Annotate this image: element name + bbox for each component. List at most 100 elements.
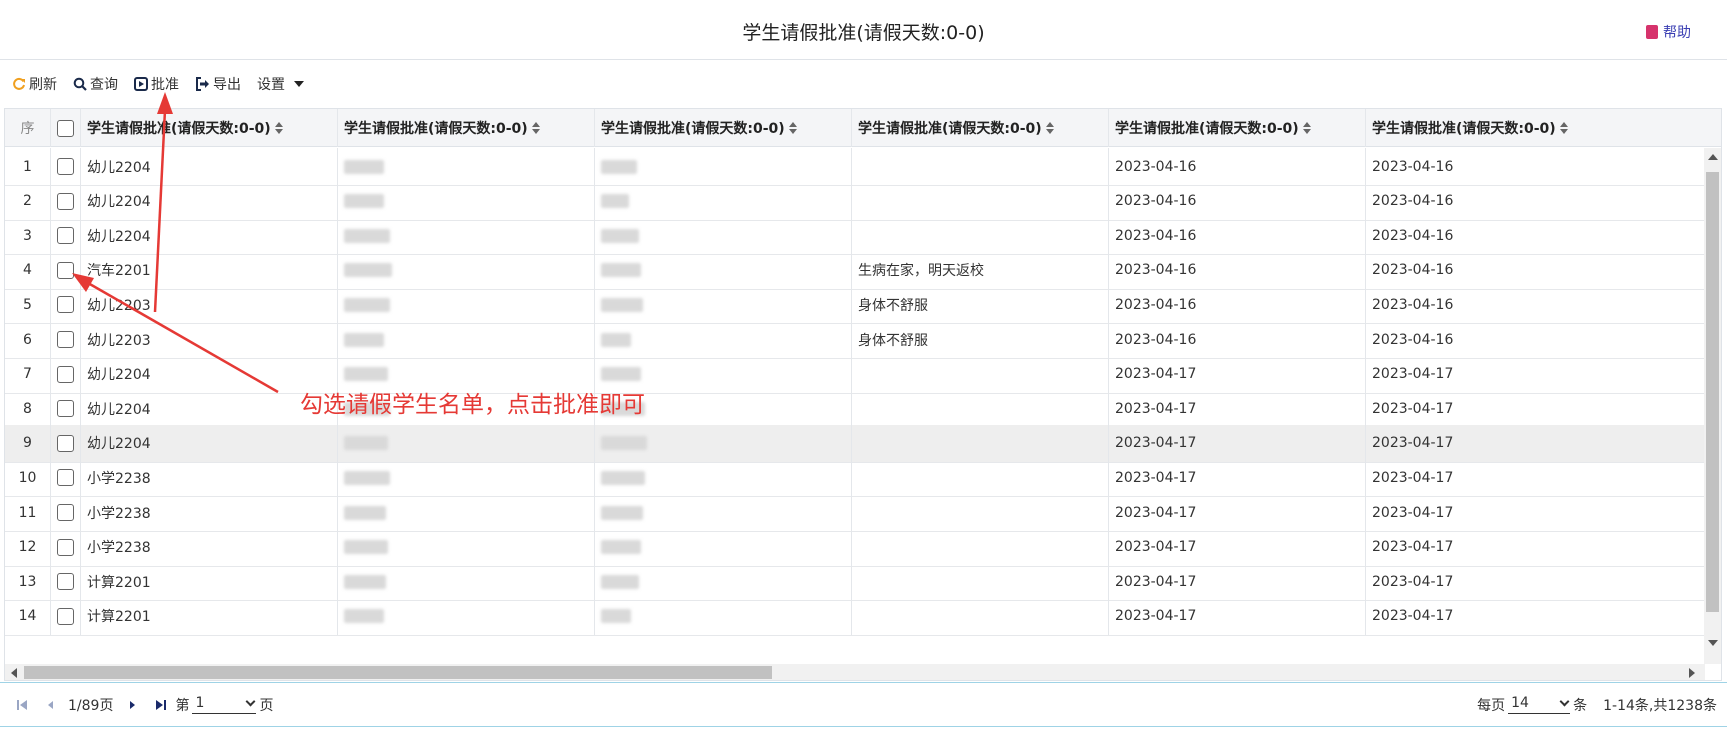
help-link[interactable]: 帮助	[1646, 22, 1691, 42]
redacted-cell	[595, 182, 852, 220]
chevron-down-icon	[1559, 696, 1570, 706]
approve-button[interactable]: 批准	[134, 74, 179, 94]
row-checkbox[interactable]	[57, 607, 74, 625]
sort-icon[interactable]	[1302, 122, 1311, 134]
row-checkbox[interactable]	[57, 331, 74, 348]
first-page-button[interactable]	[8, 691, 36, 719]
table-row[interactable]: 13 计算2201 2023-04-17 2023-04-17	[5, 563, 1705, 602]
row-checkbox[interactable]	[57, 296, 74, 314]
column-header[interactable]: 学生请假批准(请假天数:0-0)	[338, 109, 595, 147]
date-cell: 2023-04-16	[1109, 182, 1366, 220]
redacted-cell	[338, 563, 595, 601]
row-checkbox[interactable]	[57, 469, 74, 487]
row-checkbox[interactable]	[57, 573, 74, 591]
per-page-select[interactable]: 14	[1508, 695, 1571, 714]
vertical-scrollbar[interactable]	[1704, 148, 1721, 664]
table-row[interactable]: 2 幼儿2204 2023-04-16 2023-04-16	[5, 182, 1705, 221]
settings-dropdown[interactable]: 设置	[257, 74, 304, 94]
table-row[interactable]: 3 幼儿2204 2023-04-16 2023-04-16	[5, 217, 1705, 256]
query-button[interactable]: 查询	[73, 74, 118, 94]
sort-icon[interactable]	[1559, 122, 1568, 134]
scroll-up-icon[interactable]	[1708, 154, 1718, 160]
row-select-cell	[51, 182, 81, 220]
reason-cell	[852, 390, 1109, 428]
table-row[interactable]: 4 汽车2201 生病在家，明天返校 2023-04-16 2023-04-16	[5, 251, 1705, 290]
row-checkbox[interactable]	[57, 538, 74, 556]
row-checkbox[interactable]	[57, 365, 74, 383]
redacted-cell	[595, 321, 852, 358]
redacted-cell	[595, 217, 852, 255]
export-button[interactable]: 导出	[195, 74, 241, 94]
date-cell: 2023-04-17	[1366, 563, 1705, 600]
sort-icon[interactable]	[788, 122, 797, 134]
class-cell: 计算2201	[81, 597, 338, 635]
column-header[interactable]: 学生请假批准(请假天数:0-0)	[852, 109, 1109, 147]
horizontal-scroll-thumb[interactable]	[24, 666, 772, 679]
row-checkbox[interactable]	[57, 400, 74, 418]
last-page-button[interactable]	[147, 691, 175, 719]
date-cell: 2023-04-17	[1366, 598, 1705, 635]
redacted-cell	[595, 286, 852, 324]
prev-page-button[interactable]	[36, 691, 64, 719]
table-row[interactable]: 1 幼儿2204 2023-04-16 2023-04-16	[5, 148, 1705, 186]
column-header[interactable]: 学生请假批准(请假天数:0-0)	[81, 109, 338, 147]
row-index: 10	[5, 459, 51, 497]
redacted-cell	[338, 528, 595, 566]
scroll-left-icon[interactable]	[11, 668, 17, 678]
horizontal-scrollbar[interactable]	[5, 664, 1705, 680]
redacted-cell	[338, 148, 595, 185]
next-page-button[interactable]	[119, 691, 147, 719]
next-page-icon	[130, 700, 136, 709]
row-index: 12	[5, 528, 51, 566]
vertical-scroll-thumb[interactable]	[1706, 172, 1719, 612]
redacted-cell	[338, 597, 595, 635]
redacted-value	[601, 574, 639, 589]
redacted-value	[344, 159, 384, 174]
redacted-value	[344, 574, 386, 589]
row-checkbox[interactable]	[57, 261, 74, 279]
select-all-checkbox[interactable]	[57, 119, 74, 137]
column-header[interactable]: 学生请假批准(请假天数:0-0)	[1109, 109, 1366, 147]
redacted-cell	[338, 321, 595, 358]
row-checkbox[interactable]	[57, 504, 74, 521]
page-info: 1/89页	[68, 697, 114, 714]
date-cell: 2023-04-17	[1366, 390, 1705, 427]
redacted-value	[344, 505, 386, 520]
row-checkbox[interactable]	[57, 434, 74, 452]
refresh-button[interactable]: 刷新	[12, 74, 57, 94]
row-checkbox[interactable]	[57, 192, 74, 210]
approve-label: 批准	[151, 77, 179, 93]
goto-suffix: 页	[259, 697, 274, 714]
column-header[interactable]: 学生请假批准(请假天数:0-0)	[595, 109, 852, 147]
table-row[interactable]: 9 幼儿2204 2023-04-17 2023-04-17	[5, 424, 1705, 463]
date-cell: 2023-04-16	[1109, 251, 1366, 289]
page-select[interactable]: 1	[192, 695, 257, 714]
table-row[interactable]: 11 小学2238 2023-04-17 2023-04-17	[5, 494, 1705, 532]
chevron-down-icon	[246, 696, 256, 706]
table-row[interactable]: 6 幼儿2203 身体不舒服 2023-04-16 2023-04-16	[5, 321, 1705, 359]
sort-icon[interactable]	[274, 122, 283, 134]
row-checkbox[interactable]	[57, 158, 74, 175]
table-row[interactable]: 10 小学2238 2023-04-17 2023-04-17	[5, 459, 1705, 498]
sort-icon[interactable]	[1045, 122, 1054, 134]
row-select-cell	[51, 528, 81, 566]
row-index: 6	[5, 321, 51, 358]
class-cell: 小学2238	[81, 494, 338, 531]
column-header[interactable]: 学生请假批准(请假天数:0-0)	[1366, 109, 1721, 147]
date-cell: 2023-04-17	[1366, 459, 1705, 496]
scroll-right-icon[interactable]	[1689, 668, 1695, 678]
table-row[interactable]: 7 幼儿2204 2023-04-17 2023-04-17	[5, 355, 1705, 394]
row-checkbox[interactable]	[57, 227, 74, 245]
class-cell: 小学2238	[81, 528, 338, 566]
last-page-icon	[156, 699, 167, 710]
table-row[interactable]: 8 幼儿2204 2023-04-17 2023-04-17	[5, 390, 1705, 429]
table-row[interactable]: 5 幼儿2203 身体不舒服 2023-04-16 2023-04-16	[5, 286, 1705, 325]
scroll-down-icon[interactable]	[1708, 640, 1718, 646]
redacted-value	[344, 609, 384, 624]
annotation-text: 勾选请假学生名单，点击批准即可	[300, 392, 645, 418]
sort-icon[interactable]	[531, 122, 540, 134]
table-row[interactable]: 12 小学2238 2023-04-17 2023-04-17	[5, 528, 1705, 567]
row-select-cell	[51, 321, 81, 358]
table-row[interactable]: 14 计算2201 2023-04-17 2023-04-17	[5, 597, 1705, 636]
redacted-value	[344, 228, 390, 243]
